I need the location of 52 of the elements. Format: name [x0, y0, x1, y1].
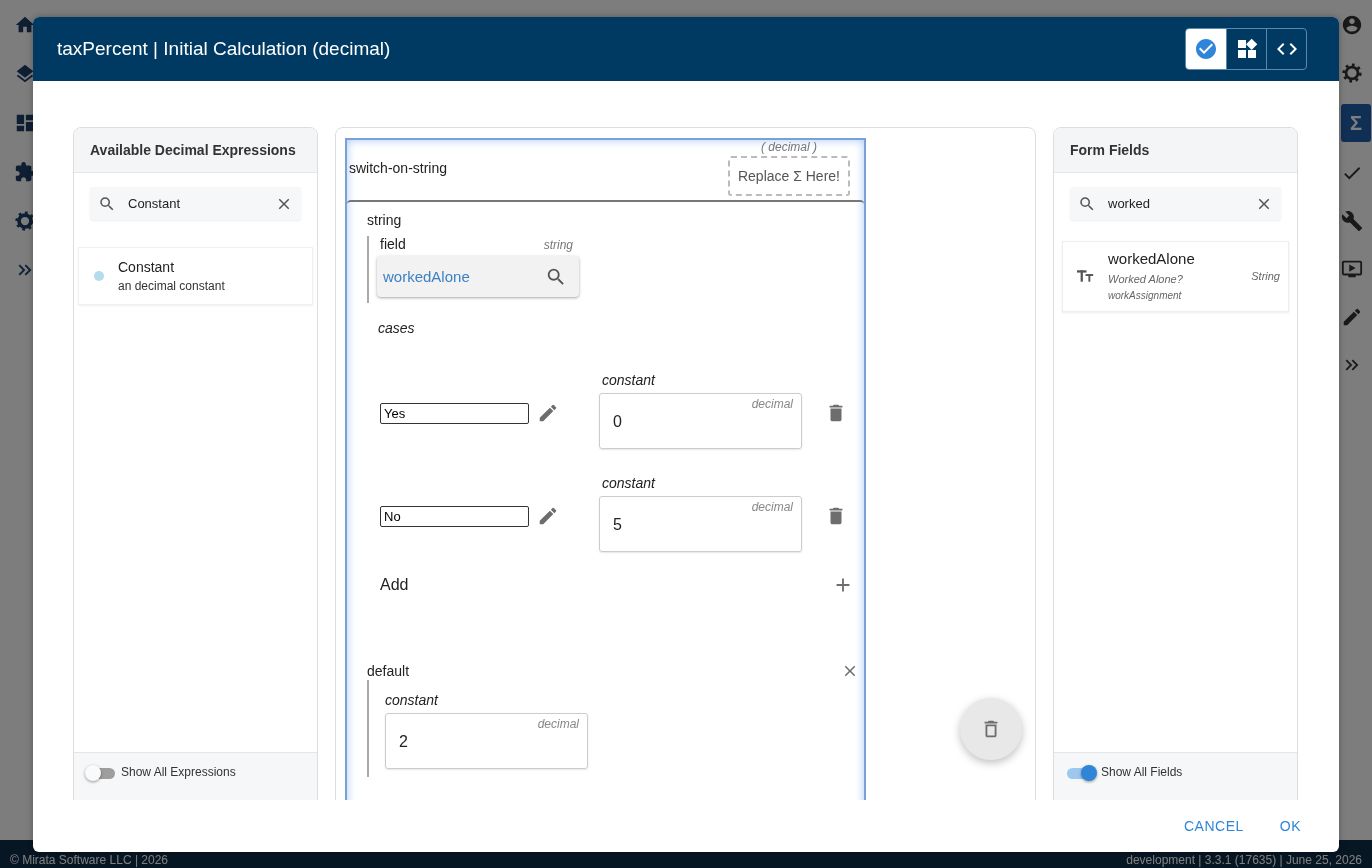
toggle-switch[interactable] [1067, 768, 1095, 779]
pencil-icon[interactable] [537, 505, 559, 527]
field-type: String [1251, 270, 1280, 282]
section-label: default [367, 663, 410, 679]
pencil-icon[interactable] [537, 402, 559, 424]
field-item[interactable]: workedAlone Worked Alone? workAssignment String [1062, 241, 1289, 312]
field-group: workAssignment [1108, 290, 1240, 301]
panel-title: Form Fields [1070, 142, 1150, 158]
block-name: switch-on-string [349, 160, 448, 178]
wrench-icon[interactable] [1341, 210, 1363, 232]
type-hint: string [543, 238, 573, 252]
number-field[interactable]: decimal 0 [599, 393, 802, 449]
drop-target[interactable]: Replace Σ Here! [727, 156, 850, 196]
type-hint: ( decimal ) [760, 140, 817, 154]
version-text: development | 3.3.1 (17635) | June 25, 2026 [1126, 854, 1362, 867]
section-label: cases [378, 320, 415, 336]
expression-item[interactable]: Constant an decimal constant [78, 247, 313, 305]
add-label: Add [380, 576, 409, 594]
panel-title: Available Decimal Expressions [90, 142, 296, 158]
number-field[interactable]: decimal 5 [599, 496, 802, 552]
toggle-label: Show All Expressions [121, 765, 236, 779]
toggle-label: Show All Fields [1101, 765, 1183, 779]
case-input[interactable]: No [380, 506, 529, 527]
toggle-switch[interactable] [87, 768, 115, 779]
number-field[interactable]: decimal 2 [385, 713, 588, 769]
puzzle-icon[interactable] [14, 161, 36, 183]
field-name: workedAlone [1108, 250, 1196, 267]
monitor-icon[interactable] [1341, 258, 1363, 280]
expression-description: an decimal constant [118, 279, 225, 293]
copyright-text: © Mirata Software LLC | 2026 [10, 854, 169, 867]
search-field[interactable]: Constant [90, 187, 301, 220]
layers-icon[interactable] [14, 63, 36, 85]
value-label: constant [385, 692, 440, 708]
dashboard-icon[interactable] [14, 112, 36, 134]
dialog-action-button[interactable]: CANCEL [1175, 812, 1252, 840]
section-label: string [367, 212, 402, 228]
account-icon[interactable] [1341, 14, 1363, 36]
field-label: field [380, 236, 406, 252]
field-picker[interactable]: workedAlone [377, 256, 579, 297]
search-icon [98, 194, 116, 213]
value-label: constant [601, 372, 657, 388]
pencil-icon[interactable] [1341, 306, 1363, 328]
text-type-icon [1077, 269, 1096, 283]
dialog-action-button[interactable]: OK [1271, 812, 1309, 840]
search-field[interactable]: worked [1070, 187, 1281, 220]
value-label: constant [601, 475, 657, 491]
settings-icon[interactable] [14, 210, 36, 232]
dialog-title: taxPercent | Initial Calculation (decimal) [57, 38, 391, 60]
field-caption: Worked Alone? [1108, 273, 1184, 285]
case-input[interactable]: Yes [380, 403, 529, 424]
search-icon [1078, 194, 1096, 213]
expression-name: Constant [118, 259, 176, 275]
